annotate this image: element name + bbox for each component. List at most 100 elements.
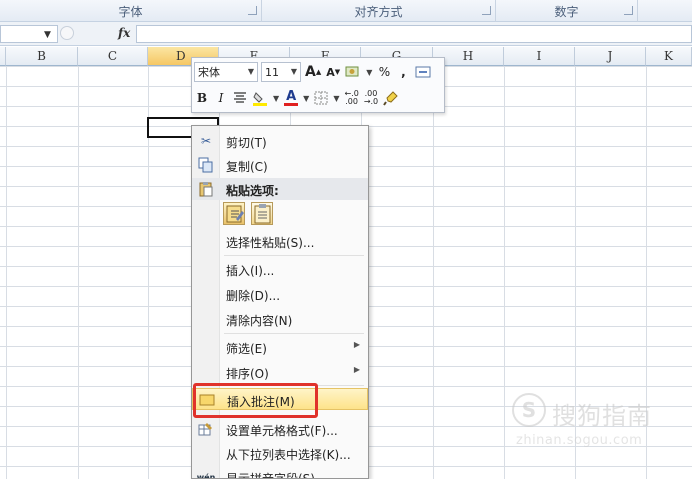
menu-item-label: 筛选(E) [226, 342, 267, 356]
center-align-button[interactable] [232, 88, 248, 108]
menu-item-pick-from-list[interactable]: 从下拉列表中选择(K)... [192, 442, 368, 464]
watermark-brand: 搜狗指南 [552, 402, 652, 430]
phonetic-icon: wén [196, 472, 216, 479]
copy-icon [198, 157, 214, 173]
grid-line [504, 66, 505, 479]
chevron-down-icon: ▼ [247, 67, 254, 76]
menu-separator [224, 333, 364, 334]
menu-item-label: 清除内容(N) [226, 314, 293, 328]
column-header-label: D [176, 49, 186, 63]
submenu-arrow-icon: ▶ [353, 340, 360, 349]
menu-separator [224, 255, 364, 256]
ribbon-group-strip: 字体 对齐方式 数字 [0, 0, 692, 22]
column-header-i[interactable]: I [504, 47, 575, 66]
ribbon-group-number: 数字 [496, 0, 638, 22]
format-painter-icon [383, 91, 398, 106]
menu-item-label: 复制(C) [226, 160, 268, 174]
format-cells-icon [198, 421, 214, 437]
mini-toolbar: 宋体 ▼ 11 ▼ A ▲ A ▼ ▼ % , B I ▼ A ▼ ▼ ←.0 … [191, 57, 445, 113]
font-color-button[interactable]: A [283, 88, 299, 108]
context-menu: ✂ 剪切(T) 复制(C) 粘贴选项: 选择性粘贴(S)... 插入(I)...… [191, 125, 369, 479]
currency-icon [345, 66, 359, 77]
dialog-launcher-icon[interactable] [624, 6, 633, 15]
ribbon-group-number-label: 数字 [554, 4, 579, 19]
menu-section-paste-options: 粘贴选项: [192, 178, 368, 200]
menu-item-format-cells[interactable]: 设置单元格格式(F)... [192, 418, 368, 440]
column-header-label: I [536, 49, 542, 63]
insert-function-button[interactable]: fx [118, 26, 130, 40]
font-size-select[interactable]: 11 ▼ [261, 62, 301, 82]
column-header-label: C [107, 49, 118, 63]
merge-center-button[interactable] [414, 62, 432, 82]
menu-item-filter[interactable]: 筛选(E) ▶ [192, 336, 368, 358]
column-header-label: K [664, 49, 673, 63]
watermark: S 搜狗指南 zhinan.sogou.com [512, 393, 682, 453]
menu-item-insert[interactable]: 插入(I)... [192, 258, 368, 280]
merge-cells-icon [415, 66, 431, 78]
column-header-b[interactable]: B [6, 47, 78, 66]
menu-item-label: 插入(I)... [226, 264, 275, 278]
font-name-value: 宋体 [198, 66, 220, 79]
formula-input[interactable] [136, 25, 692, 43]
menu-item-label: 从下拉列表中选择(K)... [226, 448, 351, 462]
font-color-icon: A [286, 89, 297, 104]
chevron-down-icon[interactable]: ▼ [272, 88, 280, 108]
comma-style-button[interactable]: , [395, 62, 411, 82]
paste-icon [198, 181, 214, 197]
bold-button[interactable]: B [194, 88, 210, 108]
shrink-font-icon: A [326, 65, 335, 79]
chevron-down-icon[interactable]: ▼ [332, 88, 340, 108]
menu-item-label: 选择性粘贴(S)... [226, 236, 315, 250]
menu-item-label: 删除(D)... [226, 289, 281, 303]
font-name-select[interactable]: 宋体 ▼ [194, 62, 258, 82]
menu-item-label: 显示拼音字段(S) [226, 472, 315, 479]
menu-item-clear-contents[interactable]: 清除内容(N) [192, 308, 368, 330]
dialog-launcher-icon[interactable] [248, 6, 257, 15]
menu-item-copy[interactable]: 复制(C) [192, 154, 368, 176]
chevron-down-icon: ▼ [290, 67, 297, 76]
ribbon-group-font-label: 字体 [118, 4, 143, 19]
italic-button[interactable]: I [213, 88, 229, 108]
font-size-value: 11 [265, 65, 279, 79]
watermark-url: zhinan.sogou.com [516, 433, 643, 448]
dialog-launcher-icon[interactable] [482, 6, 491, 15]
menu-section-label: 粘贴选项: [226, 184, 279, 198]
grow-font-icon: A [305, 64, 316, 80]
fill-color-button[interactable] [251, 88, 269, 108]
menu-item-sort[interactable]: 排序(O) ▶ [192, 361, 368, 383]
percent-style-button[interactable]: % [376, 62, 392, 82]
paste-values-icon[interactable] [251, 202, 273, 225]
submenu-arrow-icon: ▶ [353, 365, 360, 374]
accounting-format-button[interactable] [344, 62, 362, 82]
borders-button[interactable] [313, 88, 329, 108]
chevron-down-icon[interactable]: ▼ [365, 62, 373, 82]
paste-option-icon[interactable] [223, 202, 245, 225]
grow-font-button[interactable]: A ▲ [304, 62, 322, 82]
menu-item-label: 设置单元格格式(F)... [226, 424, 338, 438]
menu-item-label: 排序(O) [226, 367, 269, 381]
column-header-label: H [462, 49, 474, 63]
menu-item-delete[interactable]: 删除(D)... [192, 283, 368, 305]
column-header-j[interactable]: J [575, 47, 646, 66]
grid-line [433, 66, 434, 479]
decrease-decimal-button[interactable]: .00 →.0 [363, 88, 379, 108]
column-header-c[interactable]: C [78, 47, 148, 66]
grid-line [78, 66, 79, 479]
menu-item-cut[interactable]: ✂ 剪切(T) [192, 130, 368, 152]
menu-item-show-phonetic[interactable]: wén 显示拼音字段(S) [192, 466, 368, 479]
grid-line [6, 66, 7, 479]
chevron-down-icon[interactable]: ▼ [302, 88, 310, 108]
increase-decimal-button[interactable]: ←.0.00 [343, 88, 359, 108]
name-box-dropdown-icon[interactable]: ▼ [44, 30, 51, 40]
ribbon-group-font: 字体 [0, 0, 262, 22]
borders-icon [314, 91, 328, 105]
shrink-font-button[interactable]: A ▼ [325, 62, 341, 82]
column-header-k[interactable]: K [646, 47, 692, 66]
column-header-label: J [607, 49, 613, 63]
format-painter-button[interactable] [382, 88, 400, 108]
align-center-icon [234, 92, 246, 103]
scissors-icon: ✂ [200, 134, 212, 148]
menu-item-label: 剪切(T) [226, 136, 267, 150]
menu-item-paste-special[interactable]: 选择性粘贴(S)... [192, 230, 368, 252]
formula-cancel-icon[interactable] [60, 26, 74, 40]
